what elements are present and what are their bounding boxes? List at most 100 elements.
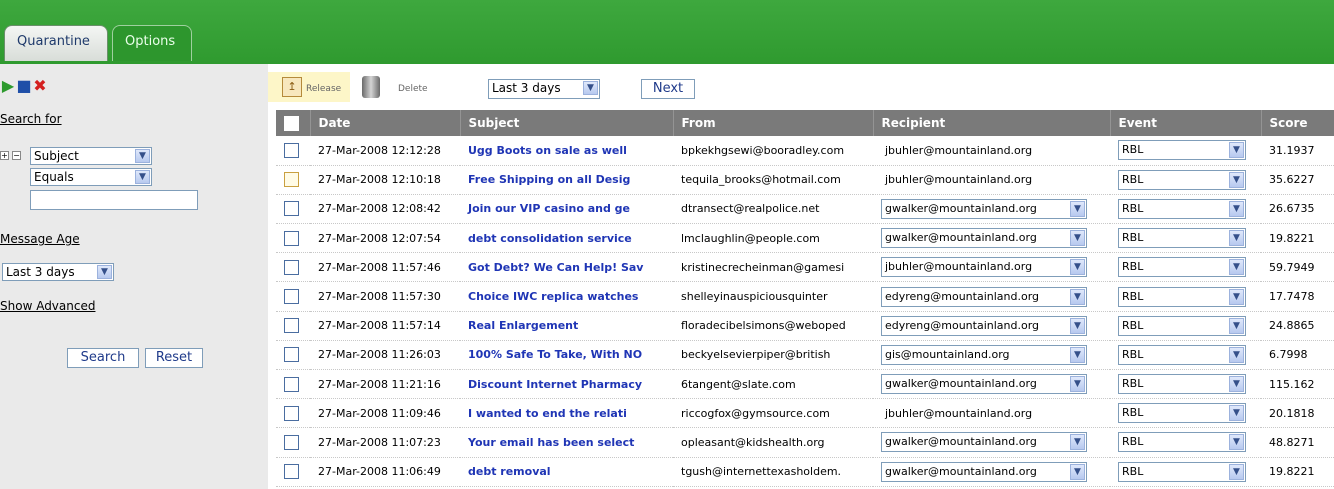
show-advanced-link[interactable]: Show Advanced	[0, 299, 95, 313]
subject-link[interactable]: Discount Internet Pharmacy	[460, 369, 673, 400]
event-select[interactable]: RBL ▼	[1118, 461, 1246, 482]
recipient-cell: edyreng@mountainland.org ▼	[873, 311, 1110, 341]
row-checkbox[interactable]	[284, 405, 299, 421]
from-cell: opleasant@kidshealth.org	[673, 427, 873, 458]
recipient-select[interactable]: jbuhler@mountainland.org ▼	[881, 257, 1087, 278]
score-cell: 48.8271	[1261, 427, 1334, 458]
run-search-icon[interactable]: ▶	[0, 76, 16, 95]
delete-button[interactable]: Delete	[360, 72, 428, 102]
row-checkbox[interactable]	[284, 172, 299, 188]
table-row[interactable]: 27-Mar-2008 12:10:18 Free Shipping on all…	[276, 165, 1334, 195]
row-checkbox[interactable]	[284, 201, 299, 217]
event-select[interactable]: RBL ▼	[1118, 140, 1246, 161]
search-text-input[interactable]	[30, 190, 198, 210]
chevron-down-icon: ▼	[1070, 434, 1085, 451]
row-checkbox[interactable]	[284, 259, 299, 275]
subject-link[interactable]: Choice IWC replica watches	[460, 281, 673, 312]
recipient-select[interactable]: gwalker@mountainland.org ▼	[881, 198, 1087, 219]
event-cell: RBL ▼	[1110, 223, 1261, 254]
subject-link[interactable]: Join our VIP casino and ge	[460, 194, 673, 225]
subject-link[interactable]: debt consolidation service	[460, 223, 673, 254]
table-row[interactable]: 27-Mar-2008 11:09:46 I wanted to end the …	[276, 398, 1334, 429]
column-header-date[interactable]: Date	[310, 110, 461, 136]
date-cell: 27-Mar-2008 11:06:49	[310, 457, 460, 487]
column-header-event[interactable]: Event	[1110, 110, 1262, 136]
column-header-recipient[interactable]: Recipient	[873, 110, 1111, 136]
score-cell: 19.8221	[1261, 223, 1334, 254]
column-header-subject[interactable]: Subject	[460, 110, 674, 136]
release-icon: ↥	[282, 77, 302, 97]
subject-link[interactable]: 100% Safe To Take, With NO	[460, 340, 673, 371]
row-select-cell	[276, 311, 310, 341]
table-row[interactable]: 27-Mar-2008 12:08:42 Join our VIP casino …	[276, 194, 1334, 225]
search-for-link[interactable]: Search for	[0, 112, 62, 126]
recipient-select[interactable]: gwalker@mountainland.org ▼	[881, 228, 1087, 249]
subject-link[interactable]: Real Enlargement	[460, 311, 673, 341]
row-checkbox[interactable]	[284, 318, 299, 334]
row-select-cell	[276, 340, 310, 371]
event-select[interactable]: RBL ▼	[1118, 374, 1246, 395]
date-cell: 27-Mar-2008 12:08:42	[310, 194, 460, 225]
event-select[interactable]: RBL ▼	[1118, 198, 1246, 219]
event-select[interactable]: RBL ▼	[1118, 315, 1246, 336]
subject-link[interactable]: Got Debt? We Can Help! Sav	[460, 252, 673, 283]
subject-link[interactable]: Ugg Boots on sale as well	[460, 136, 673, 166]
table-row[interactable]: 27-Mar-2008 11:57:46 Got Debt? We Can Hel…	[276, 252, 1334, 283]
select-all-checkbox[interactable]	[284, 115, 299, 131]
from-cell: kristinecrecheinman@gamesi	[673, 252, 873, 283]
row-checkbox[interactable]	[284, 464, 299, 480]
next-button[interactable]: Next	[641, 79, 695, 99]
tab-options[interactable]: Options	[112, 25, 192, 61]
row-checkbox[interactable]	[284, 289, 299, 305]
release-button[interactable]: ↥ Release	[268, 72, 350, 102]
table-row[interactable]: 27-Mar-2008 11:07:23 Your email has been …	[276, 427, 1334, 458]
tab-quarantine[interactable]: Quarantine	[4, 25, 108, 61]
table-row[interactable]: 27-Mar-2008 11:06:49 debt removal tgush@in…	[276, 457, 1334, 487]
column-header-score[interactable]: Score	[1261, 110, 1334, 136]
search-operator-select[interactable]: Equals ▼	[30, 168, 152, 186]
row-checkbox[interactable]	[284, 230, 299, 246]
table-row[interactable]: 27-Mar-2008 11:21:16 Discount Internet Ph…	[276, 369, 1334, 400]
message-age-link[interactable]: Message Age	[0, 232, 80, 246]
table-row[interactable]: 27-Mar-2008 12:07:54 debt consolidation s…	[276, 223, 1334, 254]
search-button[interactable]: Search	[67, 348, 139, 368]
event-select[interactable]: RBL ▼	[1118, 403, 1246, 424]
table-row[interactable]: 27-Mar-2008 11:57:14 Real Enlargement flor…	[276, 311, 1334, 341]
reset-button[interactable]: Reset	[145, 348, 203, 368]
event-select[interactable]: RBL ▼	[1118, 432, 1246, 453]
row-checkbox[interactable]	[284, 347, 299, 363]
row-checkbox[interactable]	[284, 376, 299, 392]
subject-link[interactable]: Free Shipping on all Desig	[460, 165, 673, 195]
column-header-from[interactable]: From	[673, 110, 874, 136]
event-select[interactable]: RBL ▼	[1118, 344, 1246, 365]
recipient-select[interactable]: gwalker@mountainland.org ▼	[881, 432, 1087, 453]
collapse-icon[interactable]: −	[12, 151, 21, 160]
table-row[interactable]: 27-Mar-2008 11:26:03 100% Safe To Take, W…	[276, 340, 1334, 371]
range-select[interactable]: Last 3 days ▼	[488, 79, 600, 99]
event-cell: RBL ▼	[1110, 165, 1261, 195]
table-row[interactable]: 27-Mar-2008 11:57:30 Choice IWC replica w…	[276, 281, 1334, 312]
row-checkbox[interactable]	[284, 434, 299, 450]
table-header-row: Date Subject From Recipient Event Score	[276, 110, 1334, 136]
expand-icon[interactable]: +	[0, 151, 9, 160]
recipient-select[interactable]: edyreng@mountainland.org ▼	[881, 315, 1087, 336]
row-checkbox[interactable]	[284, 142, 299, 158]
subject-link[interactable]: Your email has been select	[460, 427, 673, 458]
message-age-select[interactable]: Last 3 days ▼	[2, 263, 114, 281]
event-select[interactable]: RBL ▼	[1118, 228, 1246, 249]
delete-icon[interactable]: ✖	[32, 76, 48, 95]
subject-link[interactable]: I wanted to end the relati	[460, 398, 673, 429]
recipient-select[interactable]: gwalker@mountainland.org ▼	[881, 374, 1087, 395]
recipient-select[interactable]: edyreng@mountainland.org ▼	[881, 286, 1087, 307]
recipient-select[interactable]: gwalker@mountainland.org ▼	[881, 461, 1087, 482]
event-select[interactable]: RBL ▼	[1118, 257, 1246, 278]
event-select[interactable]: RBL ▼	[1118, 169, 1246, 190]
save-icon[interactable]: ■	[16, 76, 32, 95]
event-select[interactable]: RBL ▼	[1118, 286, 1246, 307]
recipient-select[interactable]: gis@mountainland.org ▼	[881, 344, 1087, 365]
subject-link[interactable]: debt removal	[460, 457, 673, 487]
search-field-select[interactable]: Subject ▼	[30, 147, 152, 165]
recipient-value: edyreng@mountainland.org	[885, 318, 1040, 332]
table-row[interactable]: 27-Mar-2008 12:12:28 Ugg Boots on sale as…	[276, 136, 1334, 166]
chevron-down-icon: ▼	[1070, 259, 1085, 276]
